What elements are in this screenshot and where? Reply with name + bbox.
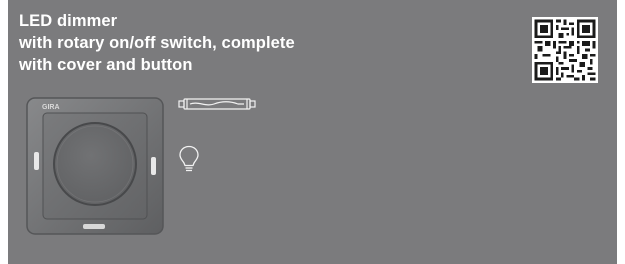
light-bulb-icon bbox=[179, 145, 199, 172]
fluorescent-tube-icon bbox=[178, 98, 256, 110]
dimmer-switch-image: GIRA bbox=[26, 97, 164, 235]
qr-code-icon[interactable] bbox=[532, 17, 598, 83]
gira-logo: GIRA bbox=[42, 104, 60, 111]
title-line-2: with rotary on/off switch, complete bbox=[19, 34, 295, 52]
title-line-1: LED dimmer bbox=[19, 12, 118, 30]
title-line-3: with cover and button bbox=[19, 56, 193, 74]
rotary-knob bbox=[53, 122, 137, 206]
product-title: LED dimmer with rotary on/off switch, co… bbox=[19, 10, 295, 76]
